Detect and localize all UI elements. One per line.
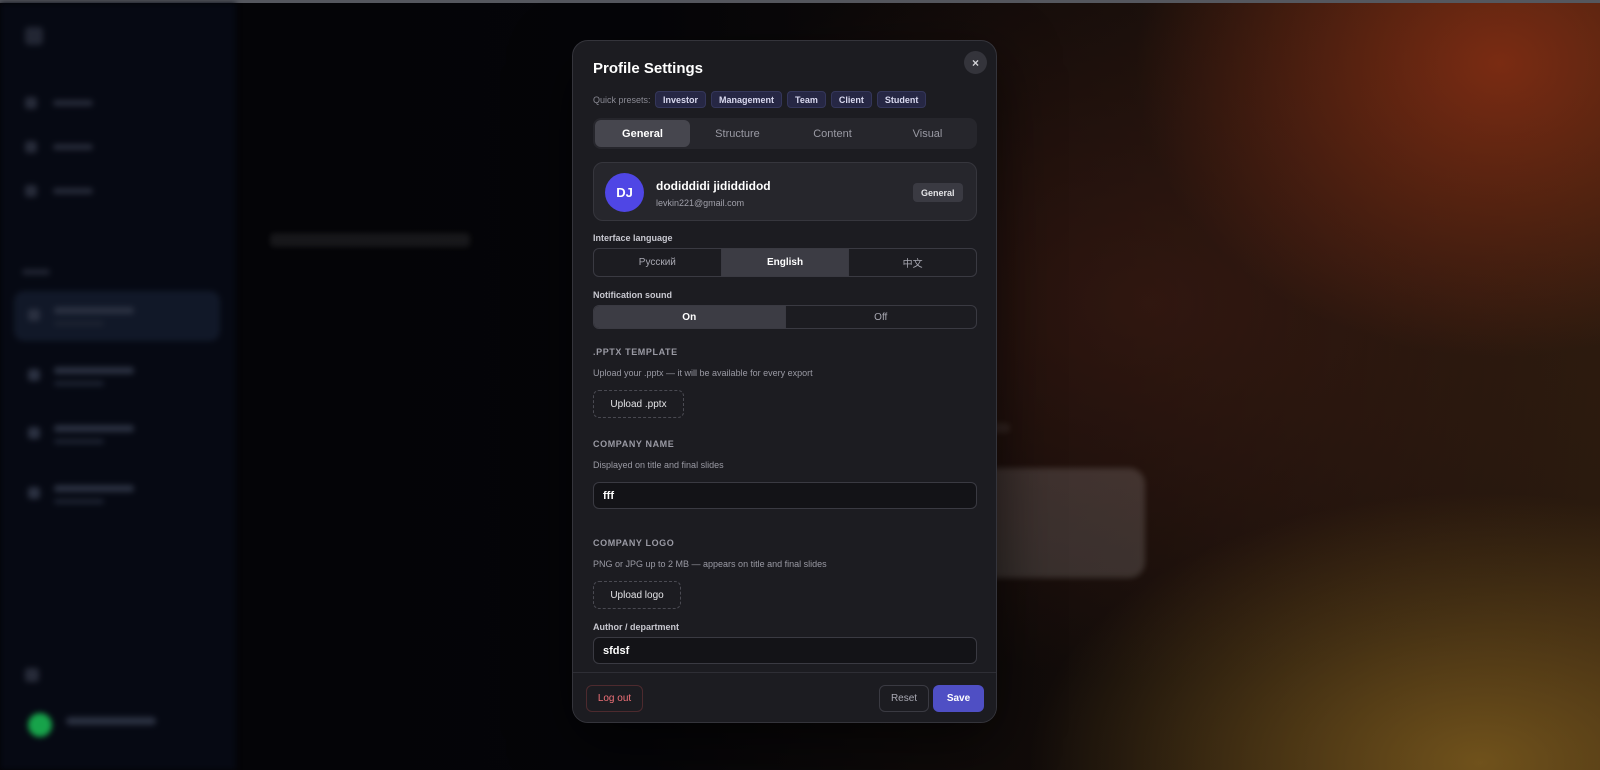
company-name-description: Displayed on title and final slides — [593, 460, 724, 470]
author-label: Author / department — [593, 622, 680, 632]
background-chat-item — [14, 291, 220, 341]
background-sidebar — [0, 3, 236, 770]
background-nav-item — [25, 185, 115, 197]
save-button[interactable]: Save — [933, 685, 984, 712]
company-name-heading: COMPANY NAME — [593, 439, 675, 449]
background-user-avatar — [28, 713, 52, 737]
background-nav-item — [25, 97, 115, 109]
background-chat-item — [14, 469, 220, 519]
language-option-russian[interactable]: Русский — [594, 249, 722, 276]
presets-list: Investor Management Team Client Student — [655, 91, 927, 108]
profile-badge: General — [913, 183, 963, 202]
modal-title: Profile Settings — [593, 60, 704, 77]
avatar: DJ — [605, 173, 644, 212]
background-card — [980, 468, 1145, 578]
user-email: levkin221@gmail.com — [656, 198, 745, 208]
upload-logo-button[interactable]: Upload logo — [593, 581, 681, 609]
profile-card: DJ dodiddidi jididdidod levkin221@gmail.… — [593, 162, 977, 221]
upload-pptx-button[interactable]: Upload .pptx — [593, 390, 684, 418]
preset-student[interactable]: Student — [876, 91, 927, 108]
company-name-input[interactable]: fff — [593, 482, 977, 509]
background-user-name — [66, 717, 156, 725]
language-selector: Русский English 中文 — [593, 248, 977, 277]
tab-content[interactable]: Content — [785, 120, 880, 147]
language-option-chinese[interactable]: 中文 — [849, 249, 976, 276]
author-input[interactable]: sfdsf — [593, 637, 977, 664]
close-icon: × — [971, 55, 979, 70]
profile-settings-modal: Profile Settings × Quick presets: Invest… — [572, 40, 997, 723]
notification-off[interactable]: Off — [786, 306, 977, 328]
background-logo — [25, 27, 43, 45]
background-settings-icon — [25, 668, 39, 682]
tab-visual[interactable]: Visual — [880, 120, 975, 147]
notification-on[interactable]: On — [594, 306, 786, 328]
preset-management[interactable]: Management — [711, 91, 783, 108]
modal-footer: Log out Reset Save — [573, 672, 996, 722]
background-chat-item — [14, 351, 220, 401]
presets-label: Quick presets: — [593, 95, 651, 105]
company-logo-description: PNG or JPG up to 2 MB — appears on title… — [593, 559, 827, 569]
preset-team[interactable]: Team — [787, 91, 826, 108]
language-option-english[interactable]: English — [721, 249, 850, 276]
preset-investor[interactable]: Investor — [655, 91, 707, 108]
close-button[interactable]: × — [964, 51, 987, 74]
user-name: dodiddidi jididdidod — [656, 179, 771, 193]
reset-button[interactable]: Reset — [879, 685, 929, 712]
background-chat-item — [14, 409, 220, 459]
tab-general[interactable]: General — [595, 120, 690, 147]
background-nav-item — [25, 141, 115, 153]
language-label: Interface language — [593, 233, 673, 243]
logout-button[interactable]: Log out — [586, 685, 643, 712]
pptx-heading: .PPTX TEMPLATE — [593, 347, 678, 357]
background-section-label — [22, 269, 50, 275]
preset-client[interactable]: Client — [830, 91, 872, 108]
notification-toggle: On Off — [593, 305, 977, 329]
settings-tabs: General Structure Content Visual — [593, 118, 977, 149]
pptx-description: Upload your .pptx — it will be available… — [593, 368, 813, 378]
company-logo-heading: COMPANY LOGO — [593, 538, 675, 548]
notification-label: Notification sound — [593, 290, 672, 300]
tab-structure[interactable]: Structure — [690, 120, 785, 147]
background-heading — [270, 233, 470, 247]
